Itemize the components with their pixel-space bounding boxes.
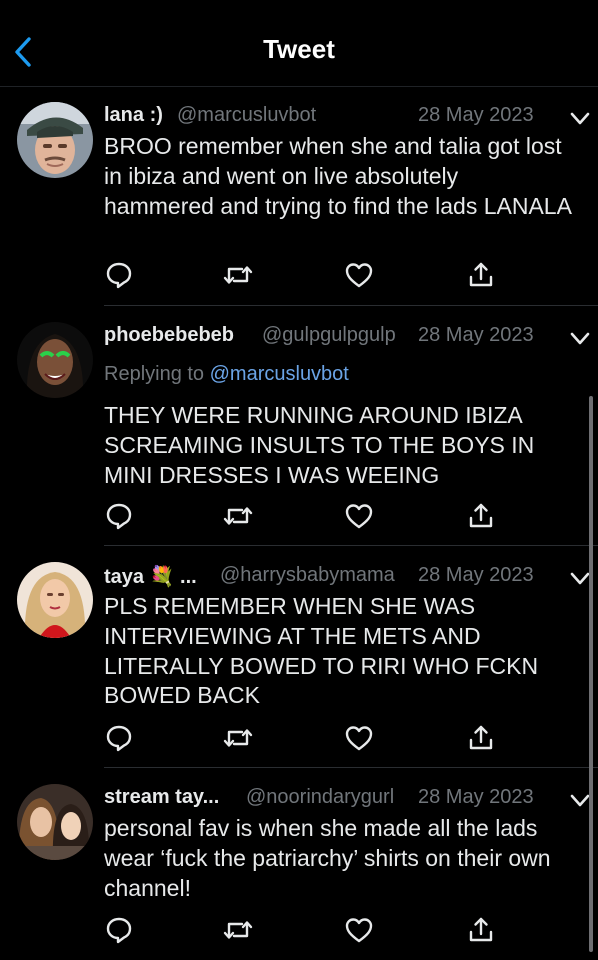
tweet-date: 28 May 2023 [418, 786, 534, 808]
share-icon [469, 503, 493, 528]
tweet-header: lana :) @marcusluvbot 28 May 2023 [104, 104, 590, 132]
replying-to: Replying to @marcusluvbot [104, 363, 349, 386]
user-handle[interactable]: @gulpgulpgulp [262, 324, 396, 347]
avatar[interactable] [17, 102, 93, 178]
reply-tweet[interactable]: stream tay... @noorindarygurl 28 May 202… [0, 768, 598, 960]
like-icon [345, 726, 373, 751]
user-handle[interactable]: @harrysbabymama [220, 564, 395, 587]
tweet-actions [104, 260, 514, 290]
chevron-down-icon[interactable] [570, 332, 590, 346]
tweet-actions [104, 723, 514, 753]
share-button[interactable] [466, 501, 496, 531]
tweet-header: taya 💐 ... @harrysbabymama 28 May 2023 [104, 564, 590, 592]
user-handle[interactable]: @marcusluvbot [177, 104, 316, 127]
reply-button[interactable] [104, 501, 134, 531]
retweet-button[interactable] [223, 723, 253, 753]
display-name[interactable]: phoebebebeb [104, 324, 234, 347]
like-button[interactable] [344, 501, 374, 531]
chevron-down-icon[interactable] [570, 112, 590, 126]
reply-tweet[interactable]: lana :) @marcusluvbot 28 May 2023 BROO r… [0, 86, 598, 306]
avatar[interactable] [17, 784, 93, 860]
tweet-text: BROO remember when she and talia got los… [104, 133, 572, 219]
chevron-down-icon[interactable] [570, 572, 590, 586]
share-icon [469, 917, 493, 942]
share-button[interactable] [466, 723, 496, 753]
display-name[interactable]: stream tay... [104, 786, 219, 809]
reply-tweet[interactable]: phoebebebeb @gulpgulpgulp 28 May 2023 Re… [0, 306, 598, 546]
reply-icon [106, 917, 132, 944]
tweet-header: stream tay... @noorindarygurl 28 May 202… [104, 786, 590, 814]
retweet-button[interactable] [223, 260, 253, 290]
retweet-icon [223, 729, 253, 747]
like-button[interactable] [344, 723, 374, 753]
retweet-icon [223, 507, 253, 525]
reply-button[interactable] [104, 260, 134, 290]
user-handle[interactable]: @noorindarygurl [246, 786, 394, 809]
replying-to-label: Replying to [104, 363, 210, 385]
share-button[interactable] [466, 915, 496, 945]
retweet-button[interactable] [223, 501, 253, 531]
chevron-down-icon[interactable] [570, 794, 590, 808]
like-icon [345, 504, 373, 529]
avatar[interactable] [17, 562, 93, 638]
tweet-actions [104, 915, 514, 945]
display-name[interactable]: lana :) [104, 104, 163, 127]
page-title: Tweet [263, 34, 335, 64]
like-button[interactable] [344, 915, 374, 945]
retweet-icon [223, 266, 253, 284]
display-name[interactable]: taya 💐 ... [104, 564, 197, 589]
reply-icon [106, 262, 132, 289]
top-nav-bar: Tweet [0, 0, 598, 87]
tweet-date: 28 May 2023 [418, 324, 534, 346]
reply-icon [106, 503, 132, 530]
tweet-actions [104, 501, 514, 531]
tweet-date: 28 May 2023 [418, 104, 534, 126]
share-button[interactable] [466, 260, 496, 290]
replying-to-handle[interactable]: @marcusluvbot [210, 363, 349, 385]
like-icon [345, 263, 373, 288]
tweet-date: 28 May 2023 [418, 564, 534, 586]
retweet-icon [223, 921, 253, 939]
avatar[interactable] [17, 322, 93, 398]
reply-icon [106, 725, 132, 752]
reply-button[interactable] [104, 915, 134, 945]
tweet-screen: Tweet lana :) @marcusluvbot 28 May 2023 [0, 0, 598, 960]
retweet-button[interactable] [223, 915, 253, 945]
share-icon [469, 725, 493, 750]
reply-tweet[interactable]: taya 💐 ... @harrysbabymama 28 May 2023 P… [0, 546, 598, 768]
tweet-text: THEY WERE RUNNING AROUND IBIZA SCREAMING… [104, 402, 535, 488]
like-icon [345, 918, 373, 943]
share-icon [469, 262, 493, 287]
tweet-text: personal fav is when she made all the la… [104, 815, 551, 901]
reply-button[interactable] [104, 723, 134, 753]
like-button[interactable] [344, 260, 374, 290]
tweet-text: PLS REMEMBER WHEN SHE WAS INTERVIEWING A… [104, 593, 539, 709]
tweet-header: phoebebebeb @gulpgulpgulp 28 May 2023 [104, 324, 590, 352]
scrollbar[interactable] [589, 396, 593, 952]
